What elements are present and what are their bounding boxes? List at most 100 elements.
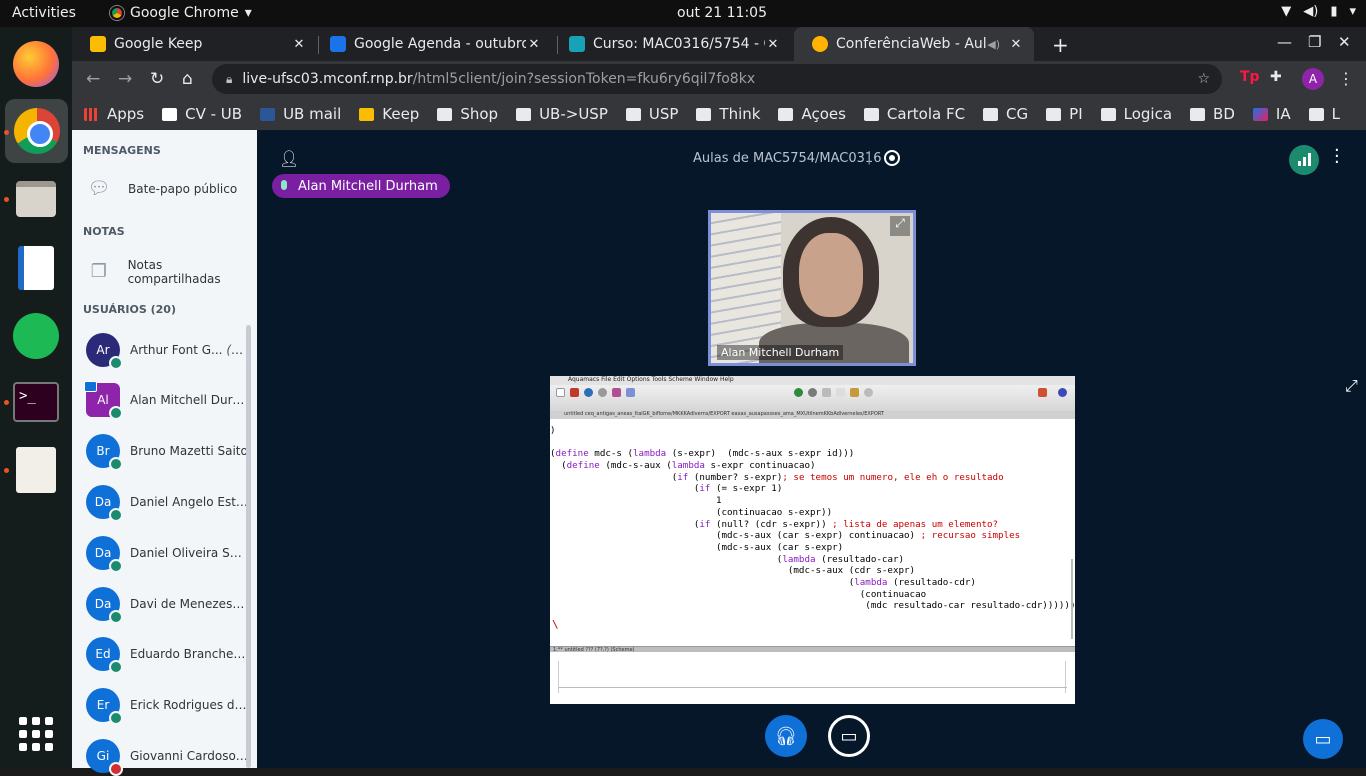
navigation-bar: ← → ↻ ⌂ 🔒︎ live-ufsc03.mconf.rnp.br/html… [72, 61, 1366, 98]
close-icon[interactable]: ✕ [526, 37, 542, 52]
user-list-item[interactable]: Da Davi de Menezes Pereira [86, 584, 249, 624]
share-webcam-button[interactable]: ▭ [828, 715, 870, 757]
bookmark-ia[interactable]: IA [1252, 105, 1291, 123]
user-list-item[interactable]: Er Erick Rodrigues de Santana [86, 685, 249, 725]
toggle-user-list-icon[interactable]: 👤︎ [279, 149, 299, 168]
user-list-item[interactable]: Gi Giovanni Cardoso de Lima [86, 736, 249, 776]
user-list-scrollbar[interactable] [246, 325, 251, 768]
presentation-toggle-button[interactable]: ▭ [1303, 719, 1343, 759]
microphone-icon [109, 406, 123, 420]
folder-icon [863, 107, 879, 121]
address-bar[interactable]: 🔒︎ live-ufsc03.mconf.rnp.br/html5client/… [212, 64, 1222, 94]
user-list-item[interactable]: Ar Arthur Font G... (Você) [86, 330, 249, 370]
user-name: Davi de Menezes Pereira [130, 597, 248, 611]
dock-writer[interactable] [11, 243, 61, 293]
user-list-item[interactable]: Da Daniel Angelo Esteves Lawand [86, 482, 249, 522]
connection-status-button[interactable] [1289, 145, 1319, 175]
app-menu-label: Google Chrome [130, 5, 239, 21]
dock-terminal[interactable]: >_ [11, 377, 61, 427]
fullscreen-icon[interactable]: ⤢ [890, 216, 910, 236]
bookmark-cg[interactable]: CG [983, 105, 1028, 123]
bookmark-l[interactable]: L [1308, 105, 1340, 123]
avatar: Da [86, 587, 123, 624]
user-list-item[interactable]: Da Daniel Oliveira Santos [86, 533, 249, 573]
user-list-item[interactable]: Ed Eduardo Brancher Urenha [86, 634, 249, 674]
bookmark-bd[interactable]: BD [1190, 105, 1235, 123]
audio-headphones-button[interactable]: 🎧︎ [765, 715, 807, 757]
tab-google-keep[interactable]: Google Keep ✕ [72, 27, 317, 61]
public-chat-item[interactable]: 💬︎ Bate-papo público [86, 178, 238, 200]
bookmark-ub-usp[interactable]: UB->USP [516, 105, 608, 123]
user-list-item[interactable]: Br Bruno Mazetti Saito [86, 431, 249, 471]
bookmark-keep[interactable]: Keep [359, 105, 419, 123]
dock-files[interactable] [11, 174, 61, 224]
recording-indicator-icon[interactable] [884, 150, 900, 166]
dock-spotify[interactable] [11, 311, 61, 361]
terminal-icon: >_ [13, 382, 59, 422]
bookmark-cartola-fc[interactable]: Cartola FC [863, 105, 965, 123]
dock-document-viewer[interactable] [11, 445, 61, 495]
activities-button[interactable]: Activities [12, 5, 76, 21]
code-line: (continuacao s-expr)) [550, 506, 833, 518]
show-applications-button[interactable] [11, 709, 61, 759]
maximize-button[interactable]: ❐ [1308, 33, 1321, 51]
close-icon[interactable]: ✕ [765, 37, 781, 52]
dock-chrome[interactable] [5, 99, 68, 163]
spotify-icon [13, 313, 59, 359]
user-list-item[interactable]: Al Alan Mitchell Durham [84, 380, 249, 420]
shared-notes-item[interactable]: ❐ Notas compartilhadas [86, 258, 257, 286]
avatar: Er [86, 688, 123, 725]
bookmark-pi[interactable]: PI [1046, 105, 1083, 123]
new-tab-button[interactable]: + [1052, 33, 1069, 57]
bookmark-cv-ub[interactable]: CV - UB [162, 105, 242, 123]
reload-button[interactable]: ↻ [150, 69, 164, 89]
forward-button[interactable]: → [118, 69, 132, 89]
back-button[interactable]: ← [86, 69, 100, 89]
chat-icon: 💬︎ [87, 178, 111, 199]
tab-strip: Google Keep ✕ Google Agenda - outubro ✕ … [72, 27, 1366, 61]
minimize-button[interactable]: — [1277, 33, 1292, 51]
moodle-icon [569, 36, 585, 52]
bookmark-shop[interactable]: Shop [437, 105, 498, 123]
bookmark-ub-mail[interactable]: UB mail [260, 105, 341, 123]
copy-icon [836, 388, 845, 397]
options-menu-icon[interactable]: · · · [1334, 142, 1340, 172]
bookmark-apps[interactable]: Apps [84, 105, 144, 123]
code-line: (lambda (resultado-car) [550, 553, 905, 565]
folder-icon [1308, 107, 1324, 121]
app-menu[interactable]: Google Chrome ▾ [110, 5, 252, 21]
headphones-icon [109, 457, 123, 471]
close-icon[interactable]: ✕ [291, 37, 307, 52]
help-icon [1058, 388, 1067, 397]
kebab-menu-icon[interactable]: ⋮ [1338, 69, 1354, 88]
talker-name: Alan Mitchell Durham [298, 178, 438, 194]
bookmark-star-icon[interactable]: ☆ [1197, 71, 1210, 87]
keep-icon [90, 36, 106, 52]
bookmark-acoes[interactable]: Açoes [778, 105, 846, 123]
home-button[interactable]: ⌂ [182, 69, 193, 89]
code-line: (mdc-s-aux (cdr s-expr) [550, 565, 916, 577]
clock[interactable]: out 21 11:05 [677, 5, 767, 21]
webcam-video: Alan Mitchell Durham ⤢ [708, 210, 916, 366]
bookmark-logica[interactable]: Logica [1100, 105, 1172, 123]
extension-icon[interactable]: Tp [1240, 69, 1260, 85]
close-window-button[interactable]: ✕ [1338, 33, 1351, 51]
code-line: (if (= s-expr 1) [550, 483, 783, 495]
running-indicator [4, 468, 9, 473]
tab-google-agenda[interactable]: Google Agenda - outubro ✕ [312, 27, 552, 61]
user-list-panel: MENSAGENS 💬︎ Bate-papo público NOTAS ❐ N… [72, 130, 257, 776]
puzzle-icon[interactable]: ✚ [1270, 69, 1282, 85]
bookmark-think[interactable]: Think [696, 105, 760, 123]
bookmark-usp[interactable]: USP [625, 105, 678, 123]
running-indicator [4, 130, 9, 135]
system-tray[interactable]: ▼ ◀) ▮ ▾ [1281, 4, 1356, 19]
screenshare-fullscreen-icon[interactable]: ⤢ [1345, 376, 1358, 396]
tab-title: Curso: MAC0316/5754 - Co [593, 36, 765, 52]
tab-conferenciaweb[interactable]: ConferênciaWeb - Aula ◀) ✕ [794, 27, 1034, 61]
dock-firefox[interactable] [11, 39, 61, 89]
code-line: (mdc resultado-car resultado-cdr))))))))… [550, 600, 1075, 612]
close-icon[interactable]: ✕ [1008, 37, 1024, 52]
profile-avatar[interactable]: A [1302, 68, 1324, 90]
tab-curso[interactable]: Curso: MAC0316/5754 - Co ✕ [551, 27, 791, 61]
presentation-icon: ▭ [1314, 728, 1332, 750]
